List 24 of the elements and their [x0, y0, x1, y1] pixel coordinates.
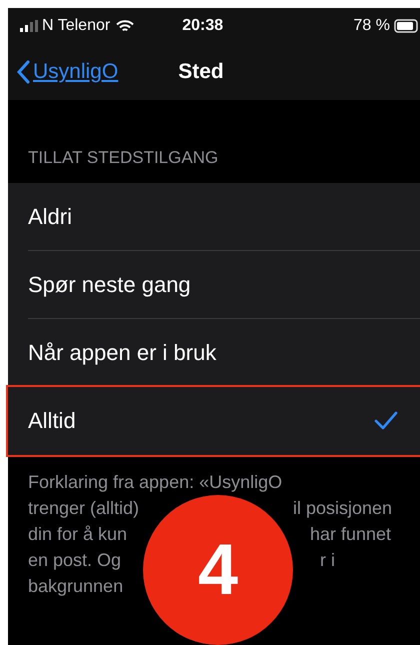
- explanation-text: bakgrunnen: [28, 574, 124, 598]
- battery-percent: 78 %: [354, 16, 390, 36]
- option-row[interactable]: Når appen er i bruk: [8, 318, 420, 386]
- explanation-text: har funnet: [310, 522, 392, 546]
- back-button[interactable]: UsynligO: [16, 56, 118, 88]
- explanation-text: en post. Og: [28, 548, 122, 572]
- explanation-text: r i: [320, 548, 335, 572]
- wifi-icon: [116, 20, 134, 32]
- explanation-text: il posisjonen: [293, 496, 392, 520]
- carrier-name: N Telenor: [42, 16, 110, 36]
- page-title: Sted: [178, 59, 224, 86]
- clock-time: 20:38: [182, 16, 224, 36]
- signal-icon: [20, 20, 38, 32]
- section-header: TILLAT STEDSTILGANG: [27, 147, 220, 169]
- explanation-text: din for å kun: [28, 522, 128, 546]
- option-row[interactable]: Aldri: [8, 182, 420, 250]
- explanation-text: trenger (alltid): [28, 496, 140, 520]
- explanation-text: Forklaring fra appen: «UsynligO: [28, 470, 282, 494]
- step-number-badge: 4: [143, 495, 293, 645]
- chevron-left-icon: [16, 60, 30, 84]
- option-row[interactable]: Alltid: [8, 386, 420, 454]
- battery-icon: [394, 19, 420, 33]
- checkmark-icon: [374, 410, 398, 430]
- option-row[interactable]: Spør neste gang: [8, 250, 420, 318]
